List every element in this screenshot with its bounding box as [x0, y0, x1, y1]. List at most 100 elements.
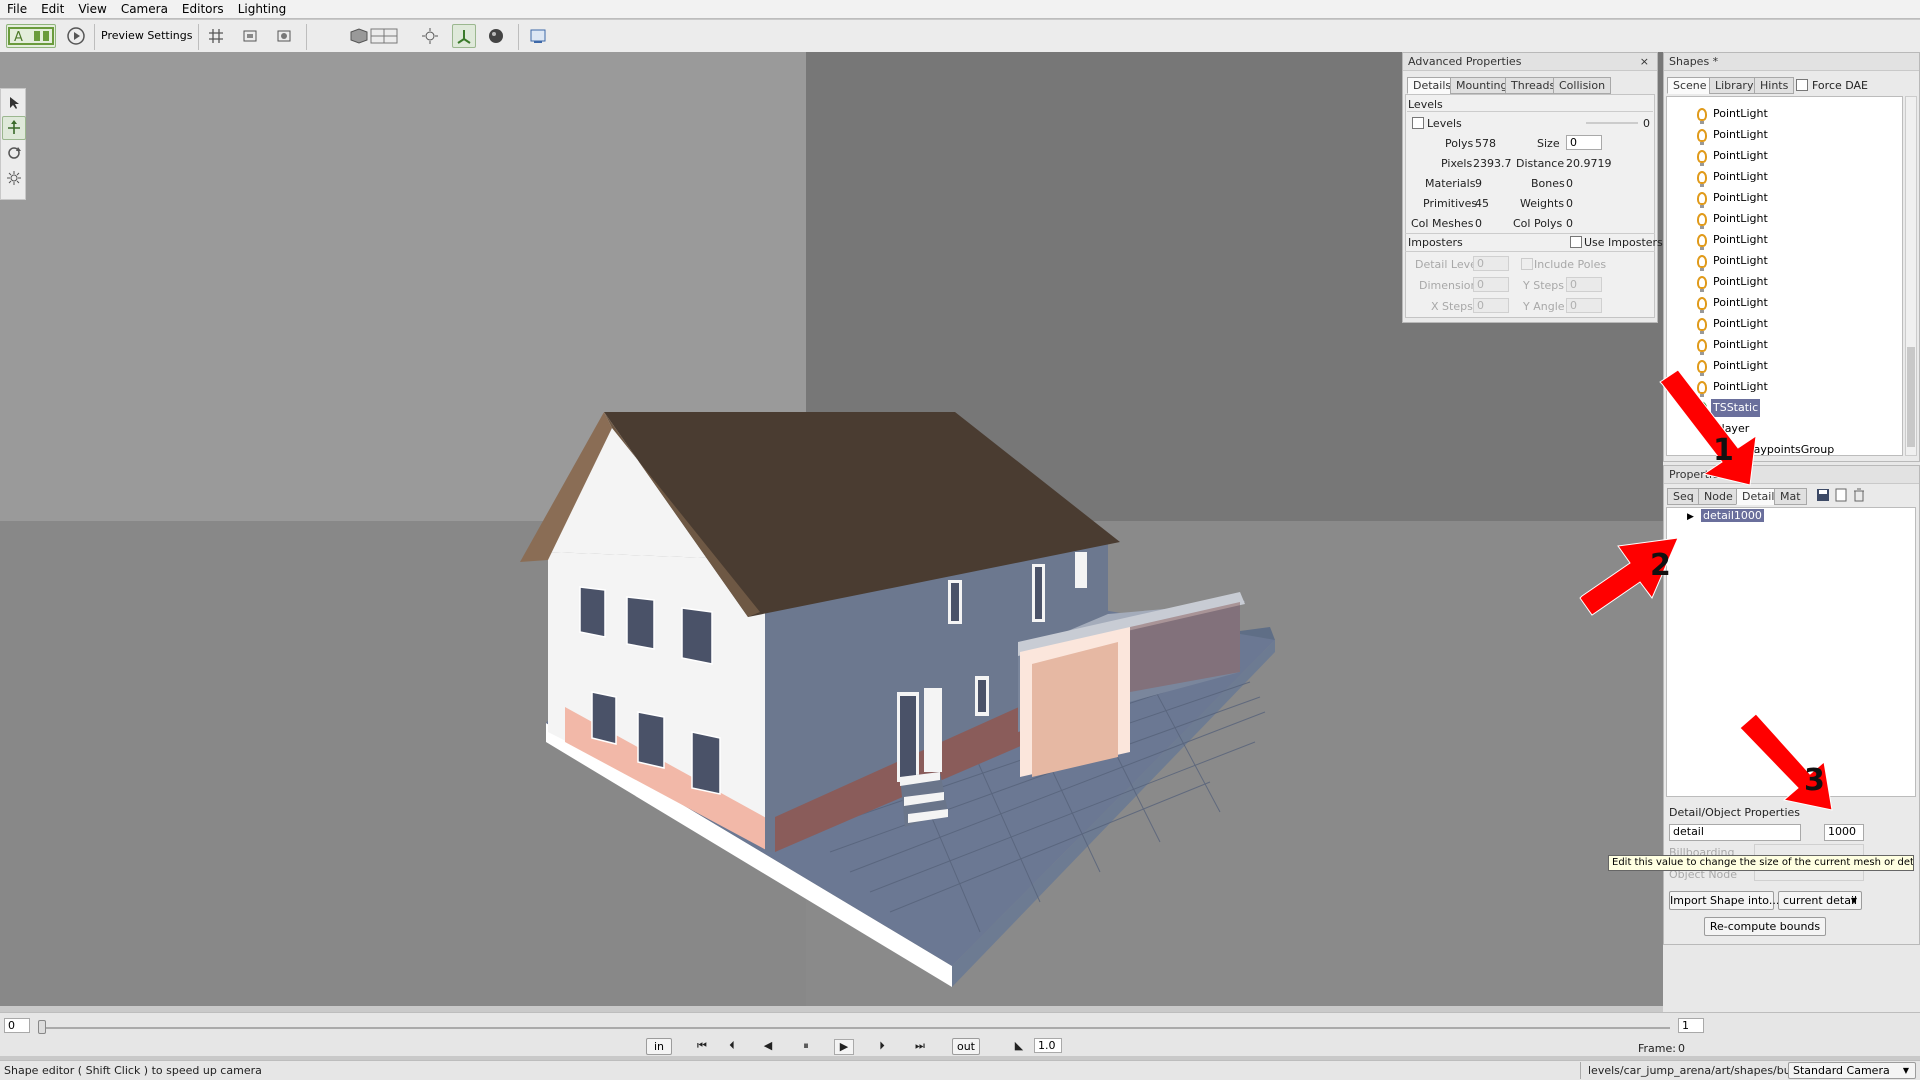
include-poles-checkbox[interactable] — [1521, 258, 1533, 270]
advanced-properties-panel: Advanced Properties × Details Mounting Th… — [1402, 52, 1663, 323]
tree-item-pointlight[interactable]: PointLight — [1697, 189, 1768, 208]
tree-item-pointlight[interactable]: PointLight — [1697, 294, 1768, 313]
tree-item-pointlight[interactable]: PointLight — [1697, 210, 1768, 229]
timeline-bar: 0 1 in ⏮ ⏴ ◀ ⏸ ▶ ⏵ ⏭ out ◣ 1.0 Frame: 0 — [0, 1012, 1920, 1056]
tree-item-pointlight[interactable]: PointLight — [1697, 147, 1768, 166]
annotation-label-2: 2 — [1650, 548, 1671, 583]
col-meshes-label: Col Meshes — [1411, 217, 1474, 230]
bones-label: Bones — [1531, 177, 1565, 190]
window-icon[interactable] — [526, 24, 550, 48]
y-angle-field[interactable]: 0 — [1566, 298, 1602, 313]
camera-mode-dropdown[interactable]: Standard Camera ▼ — [1788, 1062, 1916, 1079]
use-imposters-checkbox[interactable] — [1570, 236, 1582, 248]
size-field[interactable]: 0 — [1566, 135, 1602, 150]
bones-value: 0 — [1566, 177, 1573, 190]
play-reverse-icon[interactable]: ◀ — [758, 1039, 778, 1055]
light-tool-icon[interactable] — [2, 166, 26, 190]
light-bulb-icon — [1697, 275, 1707, 292]
levels-slider[interactable] — [1586, 122, 1638, 124]
include-poles-label: Include Poles — [1534, 258, 1607, 271]
weights-label: Weights — [1520, 197, 1565, 210]
axis-gizmo-icon[interactable] — [452, 24, 476, 48]
timeline-track[interactable] — [40, 1027, 1670, 1029]
tree-item-pointlight[interactable]: PointLight — [1697, 105, 1768, 124]
y-steps-field[interactable]: 0 — [1566, 277, 1602, 292]
tab-collision[interactable]: Collision — [1553, 77, 1612, 94]
status-bar: Shape editor ( Shift Click ) to speed up… — [0, 1060, 1920, 1080]
in-button[interactable]: in — [646, 1038, 672, 1055]
light-bulb-icon — [1697, 254, 1707, 271]
sun-icon[interactable] — [418, 24, 442, 48]
menu-file[interactable]: File — [0, 0, 34, 19]
use-imposters-label: Use Imposters — [1584, 236, 1663, 249]
preview-settings-button[interactable]: Preview Settings — [100, 26, 192, 45]
pause-icon[interactable]: ⏸ — [796, 1039, 816, 1055]
render-icon[interactable] — [272, 24, 296, 48]
step-forward-icon[interactable]: ⏵ — [872, 1039, 892, 1055]
separator — [198, 24, 199, 50]
app-logo-icon[interactable]: A — [6, 24, 56, 48]
current-detail-dropdown[interactable]: current detail ▼ — [1778, 891, 1862, 910]
skip-back-icon[interactable]: ⏮ — [692, 1039, 712, 1055]
menu-view[interactable]: View — [71, 0, 113, 19]
detail-level-field[interactable]: 0 — [1473, 256, 1509, 271]
tree-item-pointlight[interactable]: PointLight — [1697, 126, 1768, 145]
weights-value: 0 — [1566, 197, 1573, 210]
x-steps-field[interactable]: 0 — [1473, 298, 1509, 313]
menu-bar: File Edit View Camera Editors Lighting — [0, 0, 1920, 19]
move-tool-icon[interactable] — [2, 116, 26, 140]
polys-label: Polys — [1445, 137, 1474, 150]
tree-item-pointlight[interactable]: PointLight — [1697, 336, 1768, 355]
menu-camera[interactable]: Camera — [114, 0, 175, 19]
tab-scene[interactable]: Scene — [1667, 77, 1713, 94]
play-forward-icon[interactable]: ▶ — [834, 1039, 854, 1055]
dimension-field[interactable]: 0 — [1473, 277, 1509, 292]
svg-text:A: A — [14, 30, 23, 45]
tab-library[interactable]: Library — [1709, 77, 1760, 94]
timeline-start-field[interactable]: 0 — [4, 1018, 30, 1033]
play-icon[interactable] — [64, 24, 88, 48]
pixels-label: Pixels — [1441, 157, 1473, 170]
levels-value: 0 — [1643, 117, 1650, 130]
timeline-handle[interactable] — [38, 1020, 46, 1034]
light-bulb-icon — [1697, 296, 1707, 313]
recompute-bounds-button[interactable]: Re-compute bounds — [1704, 917, 1826, 936]
tree-item-pointlight[interactable]: PointLight — [1697, 168, 1768, 187]
levels-checkbox-label: Levels — [1427, 117, 1462, 130]
levels-header: Levels — [1408, 98, 1443, 111]
bounds-icon[interactable] — [238, 24, 262, 48]
separator — [94, 24, 95, 50]
skip-forward-icon[interactable]: ⏭ — [910, 1039, 930, 1055]
menu-edit[interactable]: Edit — [34, 0, 71, 19]
tree-item-pointlight[interactable]: PointLight — [1697, 252, 1768, 271]
status-text: Shape editor ( Shift Click ) to speed up… — [4, 1064, 262, 1077]
close-icon[interactable]: × — [1640, 53, 1649, 71]
tree-item-pointlight[interactable]: PointLight — [1697, 315, 1768, 334]
speed-icon: ◣ — [1014, 1039, 1024, 1052]
force-dae-checkbox[interactable] — [1796, 79, 1808, 91]
levels-checkbox[interactable] — [1412, 117, 1424, 129]
materials-value: 9 — [1475, 177, 1482, 190]
select-arrow-icon[interactable] — [2, 91, 26, 115]
force-dae-label: Force DAE — [1812, 79, 1869, 92]
tab-mounting[interactable]: Mounting — [1450, 77, 1514, 94]
speed-field[interactable]: 1.0 — [1034, 1038, 1062, 1053]
distance-value: 20.9719 — [1566, 157, 1612, 170]
grid-icon[interactable] — [204, 24, 228, 48]
menu-editors[interactable]: Editors — [175, 0, 231, 19]
tree-item-pointlight[interactable]: PointLight — [1697, 231, 1768, 250]
col-polys-label: Col Polys — [1513, 217, 1563, 230]
out-button[interactable]: out — [952, 1038, 980, 1055]
rotate-tool-icon[interactable] — [2, 141, 26, 165]
timeline-end-field[interactable]: 1 — [1678, 1018, 1704, 1033]
tree-item-pointlight[interactable]: PointLight — [1697, 273, 1768, 292]
light-bulb-icon — [1697, 212, 1707, 229]
import-shape-button[interactable]: Import Shape into... — [1669, 891, 1779, 910]
step-back-icon[interactable]: ⏴ — [722, 1039, 742, 1055]
y-angle-label: Y Angle — [1523, 300, 1565, 313]
shapes-title: Shapes * — [1664, 53, 1919, 71]
tab-hints[interactable]: Hints — [1754, 77, 1795, 94]
menu-lighting[interactable]: Lighting — [231, 0, 294, 19]
camera-views-icon[interactable] — [346, 24, 402, 48]
sphere-icon[interactable] — [484, 24, 508, 48]
